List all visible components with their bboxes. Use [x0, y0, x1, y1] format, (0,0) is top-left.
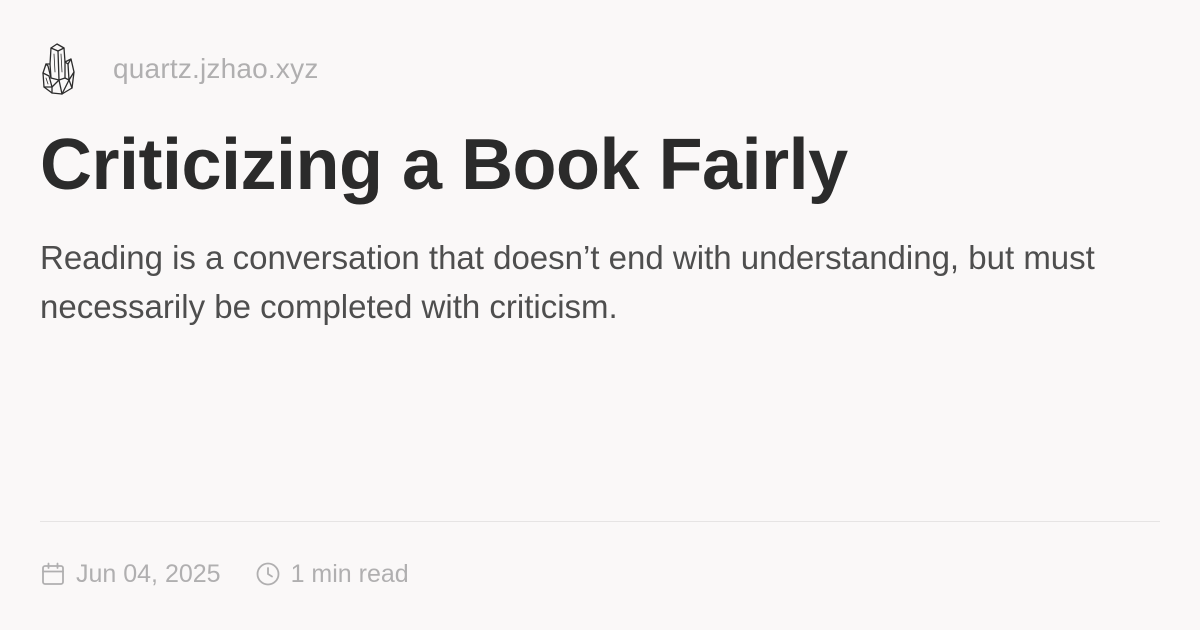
og-card: quartz.jzhao.xyz Criticizing a Book Fair…	[0, 0, 1200, 630]
calendar-icon	[40, 561, 66, 587]
date-meta: Jun 04, 2025	[40, 560, 221, 589]
site-url[interactable]: quartz.jzhao.xyz	[113, 53, 319, 85]
reading-time-meta: 1 min read	[255, 560, 409, 589]
clock-icon	[255, 561, 281, 587]
site-header: quartz.jzhao.xyz	[40, 40, 319, 98]
page-title: Criticizing a Book Fairly	[40, 125, 848, 205]
crystal-icon	[40, 40, 96, 98]
article-meta: Jun 04, 2025 1 min read	[40, 556, 409, 592]
divider	[40, 521, 1160, 522]
page-description: Reading is a conversation that doesn’t e…	[40, 239, 1095, 325]
reading-time: 1 min read	[290, 559, 409, 588]
publish-date: Jun 04, 2025	[76, 559, 221, 588]
